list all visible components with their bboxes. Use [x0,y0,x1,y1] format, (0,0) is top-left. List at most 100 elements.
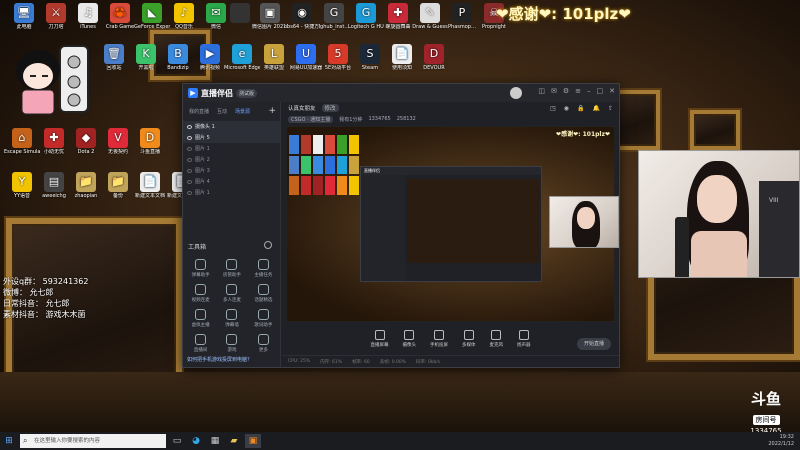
desktop-icon[interactable]: G Logitech G HUB [348,3,384,30]
toolbox-settings-icon[interactable] [264,241,272,249]
desktop-icon[interactable]: ▤ aweeichg [36,172,72,199]
desktop-icon[interactable]: 🦀 Crab Game [102,3,138,30]
eye-icon[interactable] [187,179,192,184]
close-icon[interactable]: ✕ [609,87,615,95]
screenshot-icon[interactable]: ◳ [550,105,556,112]
desktop-icon-label: 开黑啦 [138,65,154,71]
desktop-icon[interactable]: L 英雄联盟 [256,44,292,71]
desktop-icon[interactable]: Y YY语音 [4,172,40,199]
phone-cast-tip-link[interactable]: 如何把手机游戏投屏到电脑？ [187,356,252,363]
scene-item[interactable]: 图片 5 [183,132,280,143]
skin-icon[interactable]: ◫ [538,87,545,95]
task-view-icon[interactable]: ▭ [169,434,185,448]
scene-item[interactable]: 图片 4 [183,176,280,187]
desktop-icon[interactable]: ✎ Draw & Guess [412,3,448,30]
windows-start-icon[interactable]: ⊞ [0,432,18,450]
desktop-icon-label: 刀刀塔 [48,24,64,30]
desktop-icon[interactable]: U 网易UU加速器 [288,44,324,71]
desktop-icon[interactable]: ◆ Dota 2 [68,128,104,155]
live-companion-taskbar-icon[interactable]: ▣ [245,434,261,448]
tab-interaction[interactable]: 互动 [217,108,227,115]
tool-button[interactable]: 直播间 [185,334,216,353]
minimize-icon[interactable]: – [587,87,591,95]
desktop-icon[interactable]: ♪ QQ音乐 [166,3,202,30]
file-explorer-icon[interactable]: ▰ [226,434,242,448]
eye-icon[interactable] [187,146,192,151]
taskbar-search[interactable]: ⌕ 在这里输入你要搜索的内容 [20,434,166,448]
tool-icon [257,284,269,295]
scene-item[interactable]: 图片 2 [183,154,280,165]
tab-scene-sources[interactable]: 场景源 [235,108,250,115]
tool-button[interactable]: 游戏 [216,334,247,353]
desktop-icon[interactable]: ⚔ 刀刀塔 [38,3,74,30]
category-selector[interactable]: CSGO · 通知主播 [288,115,334,123]
tool-button[interactable]: 弹幕助手 [185,259,216,278]
desktop-icon[interactable]: 🗑 回收站 [96,44,132,71]
bell-icon[interactable]: 🔔 [592,105,599,112]
desktop-icon[interactable]: S Steam [352,44,388,71]
maximize-icon[interactable]: □ [597,87,604,95]
desktop-icon[interactable]: 📄 使用须知 [384,44,420,71]
desktop-icon-label: 使用须知 [391,65,412,71]
lock-icon[interactable]: 🔒 [577,105,584,112]
user-avatar[interactable] [510,87,522,99]
desktop-icon[interactable]: B Bandizip [160,44,196,71]
eye-icon[interactable] [187,168,192,173]
tool-button[interactable]: 虚拟主播 [185,309,216,328]
eye-icon[interactable] [187,124,192,129]
message-icon[interactable]: ✉ [551,87,557,95]
douyu-watermark: 斗鱼 房间号 1334765 [744,391,788,435]
tool-button[interactable]: 更多 [248,334,279,353]
tool-button[interactable]: 弹幕墙 [216,309,247,328]
tool-label: 视频连麦 [191,298,210,303]
tool-button[interactable]: 话题精选 [248,284,279,303]
tab-my-live[interactable]: 我的直播 [189,108,209,115]
desktop-icon[interactable]: ▣微信图片 2021111… [252,3,288,30]
desktop-icon[interactable]: D 斗鱼直播 [132,128,168,155]
desktop-icon[interactable]: D DEVOUR [416,44,452,71]
desktop-icon[interactable]: 🖥 此电脑 [6,3,42,30]
eye-icon[interactable] [187,190,192,195]
record-icon[interactable]: ◉ [564,105,569,112]
share-icon[interactable]: ⇪ [608,105,613,112]
edit-title-button[interactable]: 修改 [321,104,339,112]
add-source-icon[interactable]: + [268,106,276,116]
desktop-icon[interactable]: ♫ iTunes [70,3,106,30]
tool-button[interactable]: 主播任务 [248,259,279,278]
desktop-icon[interactable]: 📁 备份 [100,172,136,199]
store-icon[interactable]: ▦ [207,434,223,448]
desktop-icon[interactable]: ⌂Escape Simulator [4,128,40,155]
desktop-icon[interactable]: ✚ 小助无忧 [36,128,72,155]
tool-button[interactable]: 歌词助手 [248,309,279,328]
desktop-icon[interactable]: K 开黑啦 [128,44,164,71]
scene-item[interactable]: 图片 1 [183,187,280,198]
desktop-icon[interactable]: ◉obs64 - 快捷方式 [284,3,320,30]
desktop-icon[interactable]: 📄新建文本文档 [132,172,168,199]
settings-icon[interactable]: ⚙ [563,87,569,95]
tool-button[interactable]: 房管助手 [216,259,247,278]
tool-button[interactable]: 视频连麦 [185,284,216,303]
desktop-icon[interactable]: 📁 zhaopian [68,172,104,199]
edge-icon[interactable]: ◕ [188,434,204,448]
scene-item[interactable]: 摄像头 1 [183,121,280,132]
desktop-icon[interactable]: Glghub_inst… [316,3,352,30]
system-clock[interactable]: 19:32 2022/1/12 [768,434,794,448]
desktop-icon[interactable]: V 无畏契约 [100,128,136,155]
scene-item[interactable]: 图片 3 [183,165,280,176]
menu-icon[interactable]: ≡ [575,87,581,95]
desktop-icon[interactable]: e Microsoft Edge [224,44,260,71]
desktop-icon[interactable]: ◣GeForce Experience [134,3,170,30]
eye-icon[interactable] [187,135,192,140]
desktop-icon[interactable]: ▶ 腾讯视频 [192,44,228,71]
desktop-icon[interactable]: P Phasmop… [444,3,480,30]
scene-item[interactable]: 图片 1 [183,143,280,154]
desktop-icon[interactable]: 5 5E对战平台 [320,44,356,71]
app-icon: 🗑 [104,44,124,64]
eye-icon[interactable] [187,157,192,162]
desktop-icon[interactable]: ✚ 螺旋圆舞曲 [380,3,416,30]
desktop-icon-label: 5E对战平台 [324,65,352,71]
start-live-button[interactable]: 开始直播 [577,338,611,350]
tool-button[interactable]: 多人连麦 [216,284,247,303]
version-badge[interactable]: 测试版 [236,88,258,98]
app-icon: Y [12,172,32,192]
